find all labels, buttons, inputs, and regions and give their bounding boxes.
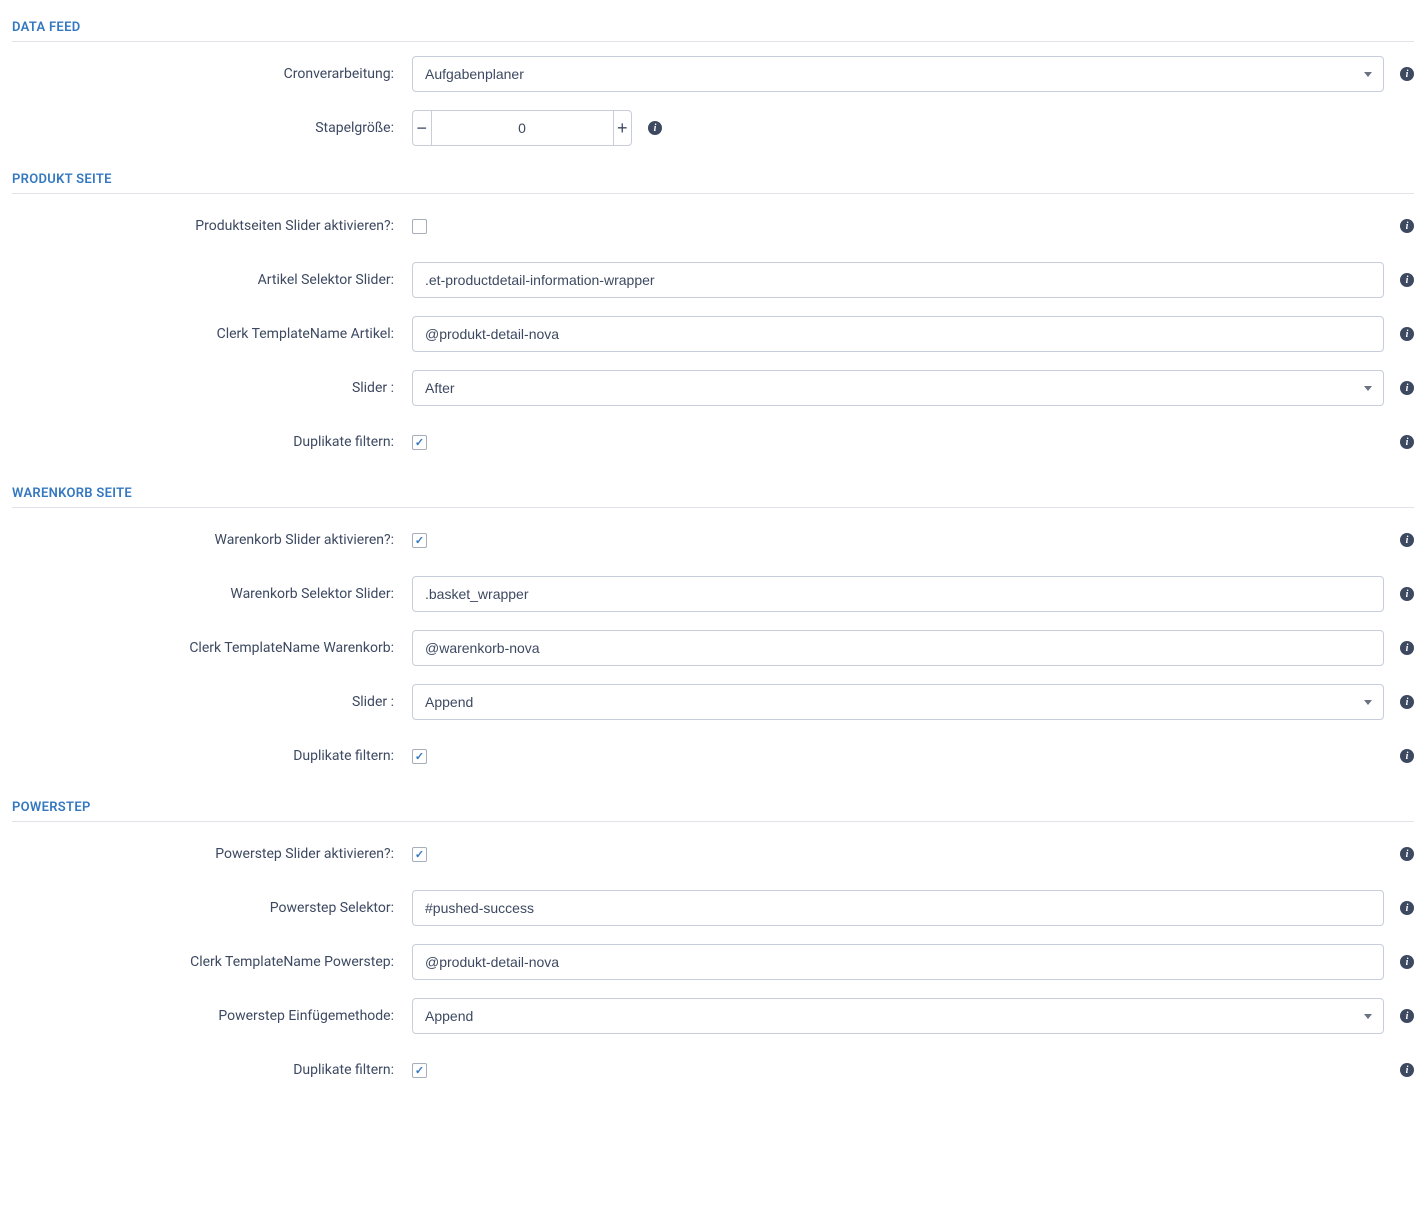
info-icon[interactable] (1400, 695, 1414, 709)
batch-stepper: − + (412, 110, 632, 146)
info-icon[interactable] (1400, 955, 1414, 969)
powerstep-activate-checkbox[interactable] (412, 847, 427, 862)
row-cart-selector: Warenkorb Selektor Slider: (12, 576, 1414, 612)
info-icon[interactable] (1400, 273, 1414, 287)
row-product-template: Clerk TemplateName Artikel: (12, 316, 1414, 352)
powerstep-insert-select[interactable]: Append (412, 998, 1384, 1034)
cron-select[interactable]: Aufgabenplaner (412, 56, 1384, 92)
row-powerstep-filter: Duplikate filtern: (12, 1052, 1414, 1088)
cart-slider-select[interactable]: Append (412, 684, 1384, 720)
row-powerstep-activate: Powerstep Slider aktivieren?: (12, 836, 1414, 872)
info-icon[interactable] (1400, 435, 1414, 449)
info-icon[interactable] (1400, 641, 1414, 655)
cron-label: Cronverarbeitung: (12, 66, 412, 82)
powerstep-selector-label: Powerstep Selektor: (12, 900, 412, 916)
section-divider (12, 507, 1414, 508)
row-batch: Stapelgröße: − + (12, 110, 1414, 146)
info-icon[interactable] (1400, 381, 1414, 395)
row-powerstep-selector: Powerstep Selektor: (12, 890, 1414, 926)
cart-template-input[interactable] (412, 630, 1384, 666)
product-template-label: Clerk TemplateName Artikel: (12, 326, 412, 342)
section-title-product-page: PRODUKT SEITE (12, 164, 1414, 193)
cart-selector-input[interactable] (412, 576, 1384, 612)
cart-filter-label: Duplikate filtern: (12, 748, 412, 764)
row-powerstep-insert: Powerstep Einfügemethode: Append (12, 998, 1414, 1034)
row-product-slider: Slider : After (12, 370, 1414, 406)
row-product-filter: Duplikate filtern: (12, 424, 1414, 460)
section-title-cart-page: WARENKORB SEITE (12, 478, 1414, 507)
product-selector-input[interactable] (412, 262, 1384, 298)
info-icon[interactable] (1400, 533, 1414, 547)
info-icon[interactable] (1400, 1009, 1414, 1023)
cart-filter-checkbox[interactable] (412, 749, 427, 764)
info-icon[interactable] (1400, 1063, 1414, 1077)
product-slider-select[interactable]: After (412, 370, 1384, 406)
section-divider (12, 821, 1414, 822)
cart-slider-label: Slider : (12, 694, 412, 710)
product-activate-checkbox[interactable] (412, 219, 427, 234)
info-icon[interactable] (1400, 847, 1414, 861)
row-cart-filter: Duplikate filtern: (12, 738, 1414, 774)
powerstep-template-label: Clerk TemplateName Powerstep: (12, 954, 412, 970)
batch-label: Stapelgröße: (12, 120, 412, 136)
product-template-input[interactable] (412, 316, 1384, 352)
row-product-selector: Artikel Selektor Slider: (12, 262, 1414, 298)
powerstep-insert-label: Powerstep Einfügemethode: (12, 1008, 412, 1024)
product-selector-label: Artikel Selektor Slider: (12, 272, 412, 288)
row-powerstep-template: Clerk TemplateName Powerstep: (12, 944, 1414, 980)
product-activate-label: Produktseiten Slider aktivieren?: (12, 218, 412, 234)
powerstep-activate-label: Powerstep Slider aktivieren?: (12, 846, 412, 862)
cart-activate-checkbox[interactable] (412, 533, 427, 548)
row-product-activate: Produktseiten Slider aktivieren?: (12, 208, 1414, 244)
cart-template-label: Clerk TemplateName Warenkorb: (12, 640, 412, 656)
row-cart-template: Clerk TemplateName Warenkorb: (12, 630, 1414, 666)
info-icon[interactable] (1400, 587, 1414, 601)
info-icon[interactable] (1400, 901, 1414, 915)
info-icon[interactable] (1400, 327, 1414, 341)
info-icon[interactable] (1400, 219, 1414, 233)
info-icon[interactable] (648, 121, 662, 135)
info-icon[interactable] (1400, 67, 1414, 81)
powerstep-selector-input[interactable] (412, 890, 1384, 926)
info-icon[interactable] (1400, 749, 1414, 763)
powerstep-template-input[interactable] (412, 944, 1384, 980)
cart-activate-label: Warenkorb Slider aktivieren?: (12, 532, 412, 548)
section-title-data-feed: DATA FEED (12, 12, 1414, 41)
batch-input[interactable] (432, 111, 613, 145)
section-divider (12, 193, 1414, 194)
section-divider (12, 41, 1414, 42)
row-cart-activate: Warenkorb Slider aktivieren?: (12, 522, 1414, 558)
row-cron: Cronverarbeitung: Aufgabenplaner (12, 56, 1414, 92)
powerstep-filter-label: Duplikate filtern: (12, 1062, 412, 1078)
product-filter-checkbox[interactable] (412, 435, 427, 450)
stepper-minus-button[interactable]: − (413, 111, 432, 145)
powerstep-filter-checkbox[interactable] (412, 1063, 427, 1078)
section-title-powerstep: POWERSTEP (12, 792, 1414, 821)
product-slider-label: Slider : (12, 380, 412, 396)
row-cart-slider: Slider : Append (12, 684, 1414, 720)
stepper-plus-button[interactable]: + (613, 111, 632, 145)
product-filter-label: Duplikate filtern: (12, 434, 412, 450)
cart-selector-label: Warenkorb Selektor Slider: (12, 586, 412, 602)
